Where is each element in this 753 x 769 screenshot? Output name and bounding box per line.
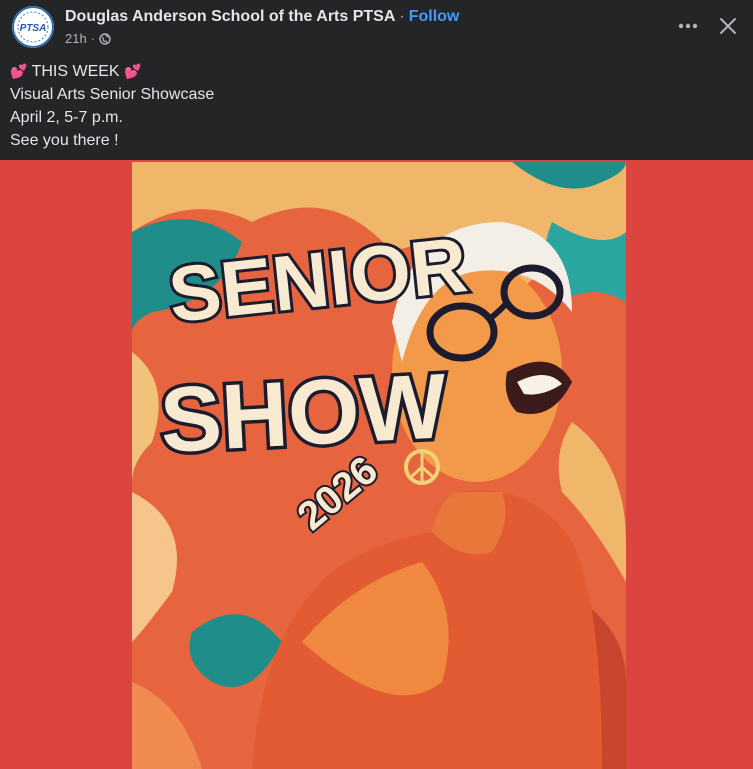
post-text-line1: 💕 THIS WEEK 💕 <box>10 60 214 83</box>
heart-emoji-left: 💕 <box>10 63 28 79</box>
post-time[interactable]: 21h <box>65 31 87 46</box>
follow-button[interactable]: Follow <box>409 8 460 25</box>
poster-artwork: SENIOR SHOW 2026 <box>132 162 626 769</box>
post-text-line4: See you there ! <box>10 132 119 149</box>
senior-show-poster[interactable]: SENIOR SHOW 2026 <box>132 162 626 769</box>
ptsa-logo-icon: PTSA <box>12 6 54 48</box>
more-options-icon <box>678 23 698 29</box>
page-name-line: Douglas Anderson School of the Arts PTSA… <box>65 8 459 26</box>
close-icon <box>720 18 736 34</box>
more-options-button[interactable] <box>674 12 702 40</box>
globe-icon <box>99 32 111 45</box>
page-avatar[interactable]: PTSA <box>12 6 54 48</box>
name-separator: · <box>399 8 405 25</box>
page-name-link[interactable]: Douglas Anderson School of the Arts PTSA <box>65 8 395 25</box>
post-header: PTSA Douglas Anderson School of the Arts… <box>0 0 753 160</box>
avatar-text: PTSA <box>20 23 47 34</box>
poster-title-show: SHOW <box>158 355 449 472</box>
post-media[interactable]: SENIOR SHOW 2026 <box>0 160 753 769</box>
post-text-line3: April 2, 5-7 p.m. <box>10 109 123 126</box>
post-text: 💕 THIS WEEK 💕 Visual Arts Senior Showcas… <box>10 60 214 152</box>
meta-separator: · <box>90 31 96 46</box>
post-text-line2: Visual Arts Senior Showcase <box>10 86 215 103</box>
heart-emoji-right: 💕 <box>124 63 142 79</box>
post-meta: 21h · <box>65 31 111 46</box>
this-week-text: THIS WEEK <box>31 63 120 80</box>
close-button[interactable] <box>714 12 742 40</box>
